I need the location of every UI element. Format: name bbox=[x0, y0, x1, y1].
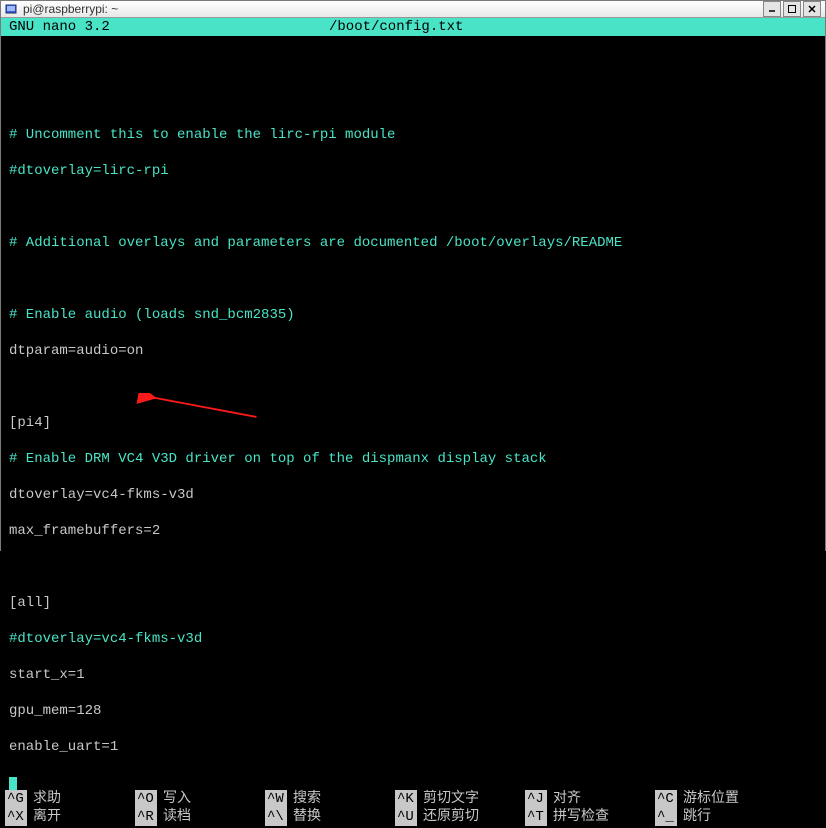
editor-line[interactable]: enable_uart=1 bbox=[9, 738, 817, 756]
text-cursor bbox=[9, 777, 17, 791]
shortcut-justify[interactable]: ^J对齐 bbox=[525, 790, 655, 808]
shortcut-curpos[interactable]: ^C游标位置 bbox=[655, 790, 785, 808]
editor-line[interactable]: #dtoverlay=vc4-fkms-v3d bbox=[9, 630, 817, 648]
putty-icon bbox=[5, 2, 19, 16]
editor-line[interactable]: # Enable audio (loads snd_bcm2835) bbox=[9, 306, 817, 324]
editor-line[interactable]: dtoverlay=vc4-fkms-v3d bbox=[9, 486, 817, 504]
maximize-button[interactable] bbox=[783, 1, 801, 17]
shortcut-cut[interactable]: ^K剪切文字 bbox=[395, 790, 525, 808]
window-title: pi@raspberrypi: ~ bbox=[23, 2, 763, 16]
shortcut-help[interactable]: ^G求助 bbox=[5, 790, 135, 808]
shortcut-spell[interactable]: ^T拼写检查 bbox=[525, 808, 655, 826]
nano-shortcut-bar: ^G求助 ^O写入 ^W搜索 ^K剪切文字 ^J对齐 ^C游标位置 ^X离开 ^… bbox=[1, 790, 825, 828]
window-controls bbox=[763, 1, 821, 17]
nano-app-name: GNU nano 3.2 bbox=[9, 18, 329, 36]
editor-line[interactable]: start_x=1 bbox=[9, 666, 817, 684]
shortcut-replace[interactable]: ^\替换 bbox=[265, 808, 395, 826]
editor-line[interactable]: [all] bbox=[9, 594, 817, 612]
shortcut-exit[interactable]: ^X离开 bbox=[5, 808, 135, 826]
nano-file-name: /boot/config.txt bbox=[329, 18, 817, 36]
editor-line[interactable]: [pi4] bbox=[9, 414, 817, 432]
shortcut-read[interactable]: ^R读档 bbox=[135, 808, 265, 826]
editor-content[interactable]: # Uncomment this to enable the lirc-rpi … bbox=[1, 36, 825, 828]
putty-window: pi@raspberrypi: ~ GNU nano 3.2 /boot/con… bbox=[0, 0, 826, 551]
shortcut-goto[interactable]: ^_跳行 bbox=[655, 808, 785, 826]
editor-line[interactable]: gpu_mem=128 bbox=[9, 702, 817, 720]
minimize-button[interactable] bbox=[763, 1, 781, 17]
close-button[interactable] bbox=[803, 1, 821, 17]
editor-line[interactable]: dtparam=audio=on bbox=[9, 342, 817, 360]
window-titlebar[interactable]: pi@raspberrypi: ~ bbox=[1, 1, 825, 18]
editor-line[interactable]: # Enable DRM VC4 V3D driver on top of th… bbox=[9, 450, 817, 468]
terminal-area[interactable]: GNU nano 3.2 /boot/config.txt # Uncommen… bbox=[1, 18, 825, 828]
editor-line[interactable]: # Uncomment this to enable the lirc-rpi … bbox=[9, 126, 817, 144]
editor-line[interactable]: max_framebuffers=2 bbox=[9, 522, 817, 540]
shortcut-search[interactable]: ^W搜索 bbox=[265, 790, 395, 808]
editor-line[interactable]: # Additional overlays and parameters are… bbox=[9, 234, 817, 252]
editor-line[interactable]: #dtoverlay=lirc-rpi bbox=[9, 162, 817, 180]
nano-header: GNU nano 3.2 /boot/config.txt bbox=[1, 18, 825, 36]
shortcut-uncut[interactable]: ^U还原剪切 bbox=[395, 808, 525, 826]
shortcut-writeout[interactable]: ^O写入 bbox=[135, 790, 265, 808]
